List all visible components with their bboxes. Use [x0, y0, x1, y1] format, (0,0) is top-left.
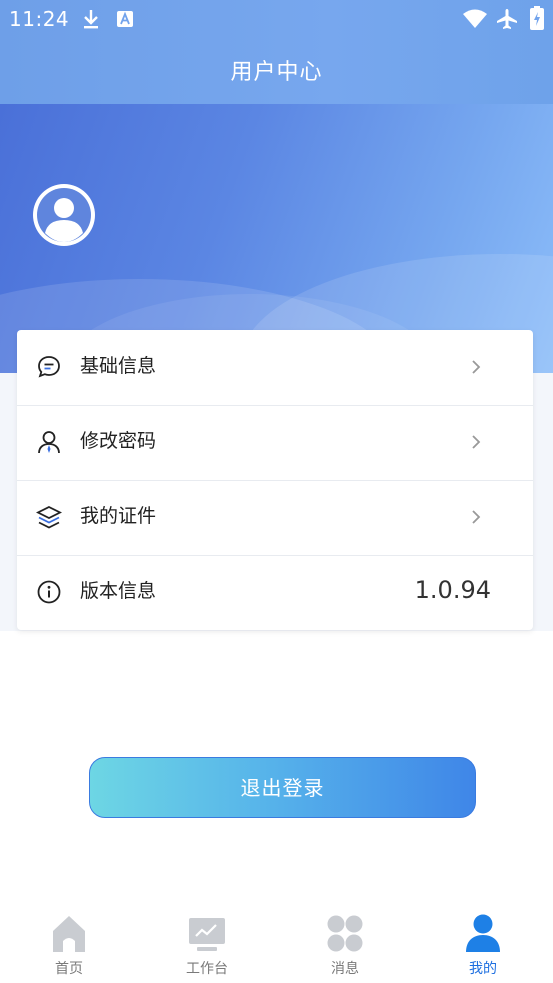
tab-label: 消息 [331, 961, 359, 977]
font-a-icon [117, 11, 133, 27]
airplane-icon [497, 9, 517, 29]
workbench-icon [189, 918, 225, 951]
avatar[interactable] [31, 182, 97, 248]
chevron-right-icon [472, 360, 481, 374]
tab-workbench[interactable]: 工作台 [162, 914, 252, 980]
menu-item-basic-info[interactable]: 基础信息 [17, 330, 533, 406]
menu-item-my-documents[interactable]: 我的证件 [17, 480, 533, 556]
bottom-tab-bar: 首页 工作台 消息 我的 [0, 900, 553, 983]
version-value: 1.0.94 [414, 576, 491, 604]
chevron-right-icon [472, 435, 481, 449]
info-icon [37, 580, 61, 604]
page-title: 用户中心 [230, 60, 323, 85]
menu-card: 基础信息 修改密码 我的证件 版本信息 1.0.94 [17, 330, 533, 630]
status-time: 11:24 [9, 7, 70, 31]
tab-home[interactable]: 首页 [24, 914, 114, 980]
menu-item-label: 版本信息 [80, 580, 157, 602]
menu-item-change-password[interactable]: 修改密码 [17, 405, 533, 481]
logout-button[interactable]: 退出登录 [89, 757, 476, 818]
status-bar: 11:24 [0, 0, 553, 38]
top-bar: 11:24 用户中心 [0, 0, 553, 104]
message-grid-icon [327, 915, 363, 952]
tab-label: 首页 [55, 961, 83, 977]
tab-mine[interactable]: 我的 [438, 914, 528, 980]
menu-item-label: 修改密码 [80, 430, 157, 452]
tab-label: 我的 [469, 961, 497, 977]
menu-item-label: 基础信息 [80, 355, 157, 377]
chat-bubble-icon [38, 356, 60, 378]
layers-icon [36, 505, 62, 529]
battery-charging-icon [530, 6, 544, 30]
user-key-icon [38, 431, 60, 454]
menu-item-label: 我的证件 [80, 505, 157, 527]
menu-item-version-info[interactable]: 版本信息 1.0.94 [17, 555, 533, 630]
tab-messages[interactable]: 消息 [300, 914, 390, 980]
home-icon [53, 916, 85, 952]
chevron-right-icon [472, 510, 481, 524]
download-icon [84, 10, 98, 29]
wifi-icon [463, 9, 487, 28]
user-icon [466, 914, 500, 952]
tab-label: 工作台 [186, 961, 228, 977]
